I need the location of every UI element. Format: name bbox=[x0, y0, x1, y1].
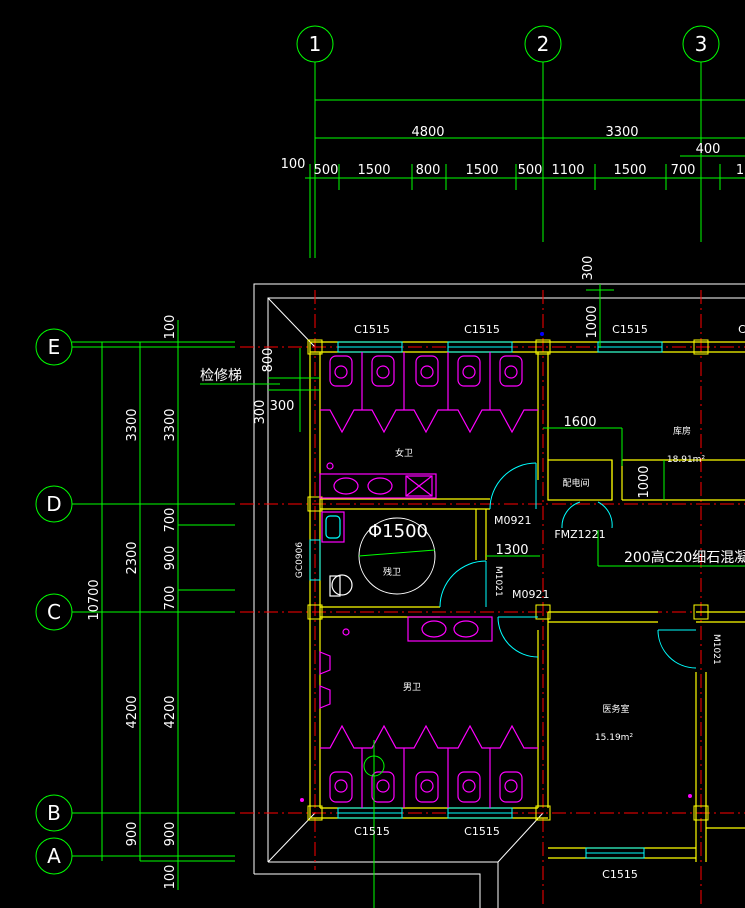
axis-label-B: B bbox=[47, 801, 61, 825]
dim-500a: 500 bbox=[314, 163, 339, 178]
cad-floor-plan: 1 2 3 4800 3300 400 100 500 1500 800 150… bbox=[35, 25, 745, 908]
dim-in-3300: 3300 bbox=[163, 408, 178, 441]
dim-in-900b: 900 bbox=[163, 822, 178, 847]
grid-lines bbox=[240, 290, 745, 908]
dim-in-4200: 4200 bbox=[163, 695, 178, 728]
label-1300: 1300 bbox=[495, 543, 528, 558]
door-label-fmz1221: FMZ1221 bbox=[554, 528, 605, 541]
axis-label-D: D bbox=[46, 492, 61, 516]
dim-in-900a: 900 bbox=[163, 546, 178, 571]
men-toilets bbox=[329, 771, 523, 803]
dim-700: 700 bbox=[671, 163, 696, 178]
dim-in-700a: 700 bbox=[163, 508, 178, 533]
left-axis-group bbox=[35, 320, 235, 890]
axis-label-1: 1 bbox=[309, 32, 322, 56]
window-label-c-cut: C bbox=[738, 323, 745, 336]
dim-1100: 1100 bbox=[551, 163, 584, 178]
room-storage-area: 18.91m² bbox=[667, 455, 706, 465]
label-top-300: 300 bbox=[581, 256, 596, 281]
dim-1-cut: 1 bbox=[736, 163, 744, 178]
axis-label-2: 2 bbox=[537, 32, 550, 56]
window-label-c1515-2: C1515 bbox=[464, 323, 500, 336]
door-m0921-upper bbox=[489, 462, 537, 510]
fixtures bbox=[319, 352, 538, 808]
axis-label-E: E bbox=[48, 335, 61, 359]
dim-left-4200: 4200 bbox=[125, 695, 140, 728]
door-label-m0921-b: M0921 bbox=[512, 588, 550, 601]
door-m0921-lower bbox=[497, 616, 539, 658]
room-clinic-area: 15.19m² bbox=[595, 733, 634, 743]
dim-500b: 500 bbox=[518, 163, 543, 178]
dim-4800: 4800 bbox=[411, 125, 444, 140]
walls bbox=[309, 341, 745, 862]
label-stair-800: 800 bbox=[261, 348, 276, 373]
label-concrete-note: 200高C20细石混凝土 bbox=[624, 549, 745, 566]
dim-800: 800 bbox=[416, 163, 441, 178]
dim-in-700b: 700 bbox=[163, 586, 178, 611]
door-m1021-accessible bbox=[439, 560, 487, 608]
axis-label-3: 3 bbox=[695, 32, 708, 56]
label-maintenance-hole: 检修梯 bbox=[200, 368, 242, 384]
dim-in-100a: 100 bbox=[163, 315, 178, 340]
top-axis-group bbox=[296, 25, 745, 258]
window-label-c1515-3: C1515 bbox=[612, 323, 648, 336]
label-stair-300v: 300 bbox=[253, 400, 268, 425]
dim-left-900: 900 bbox=[125, 822, 140, 847]
label-circle-diameter: Φ1500 bbox=[368, 521, 428, 542]
plan-labels: 检修梯 800 300 300 300 1000 C1515 C1515 C15… bbox=[200, 256, 745, 881]
dim-1500b: 1500 bbox=[465, 163, 498, 178]
door-fmz1221 bbox=[561, 501, 613, 529]
window-label-c1515-4: C1515 bbox=[354, 825, 390, 838]
window-label-c1515-6: C1515 bbox=[602, 868, 638, 881]
window-label-gc0906: GC0906 bbox=[295, 542, 305, 578]
dim-in-100b: 100 bbox=[163, 865, 178, 890]
room-womens: 女卫 bbox=[395, 447, 413, 459]
dim-left-2300: 2300 bbox=[125, 541, 140, 574]
room-storage: 库房 bbox=[673, 425, 691, 437]
dim-400: 400 bbox=[696, 142, 721, 157]
dim-3300: 3300 bbox=[605, 125, 638, 140]
top-axis-labels: 1 2 3 4800 3300 400 100 500 1500 800 150… bbox=[281, 32, 745, 178]
left-axis-labels: E D C B A 10700 3300 2300 4200 900 100 3… bbox=[46, 315, 178, 890]
door-label-m0921-a: M0921 bbox=[494, 514, 532, 527]
door-label-m1021-right: M1021 bbox=[711, 634, 721, 665]
axis-label-A: A bbox=[47, 844, 61, 868]
window-label-c1515-5: C1515 bbox=[464, 825, 500, 838]
axis-label-C: C bbox=[47, 600, 61, 624]
door-m1021-clinic bbox=[657, 629, 697, 669]
room-mens: 男卫 bbox=[403, 682, 421, 693]
dim-100-top: 100 bbox=[281, 157, 306, 172]
label-top-1000: 1000 bbox=[585, 305, 600, 338]
door-label-m1021: M1021 bbox=[493, 566, 503, 597]
dim-left-3300: 3300 bbox=[125, 408, 140, 441]
dim-10700: 10700 bbox=[87, 579, 102, 620]
room-power: 配电间 bbox=[562, 477, 589, 489]
women-toilets bbox=[329, 355, 523, 387]
label-stair-300h: 300 bbox=[270, 399, 295, 414]
dim-1500c: 1500 bbox=[613, 163, 646, 178]
window-label-c1515-1: C1515 bbox=[354, 323, 390, 336]
dim-1500a: 1500 bbox=[357, 163, 390, 178]
room-clinic: 医务室 bbox=[602, 703, 629, 715]
label-1600: 1600 bbox=[563, 415, 596, 430]
room-accessible: 残卫 bbox=[383, 566, 401, 578]
label-1000: 1000 bbox=[637, 465, 652, 498]
